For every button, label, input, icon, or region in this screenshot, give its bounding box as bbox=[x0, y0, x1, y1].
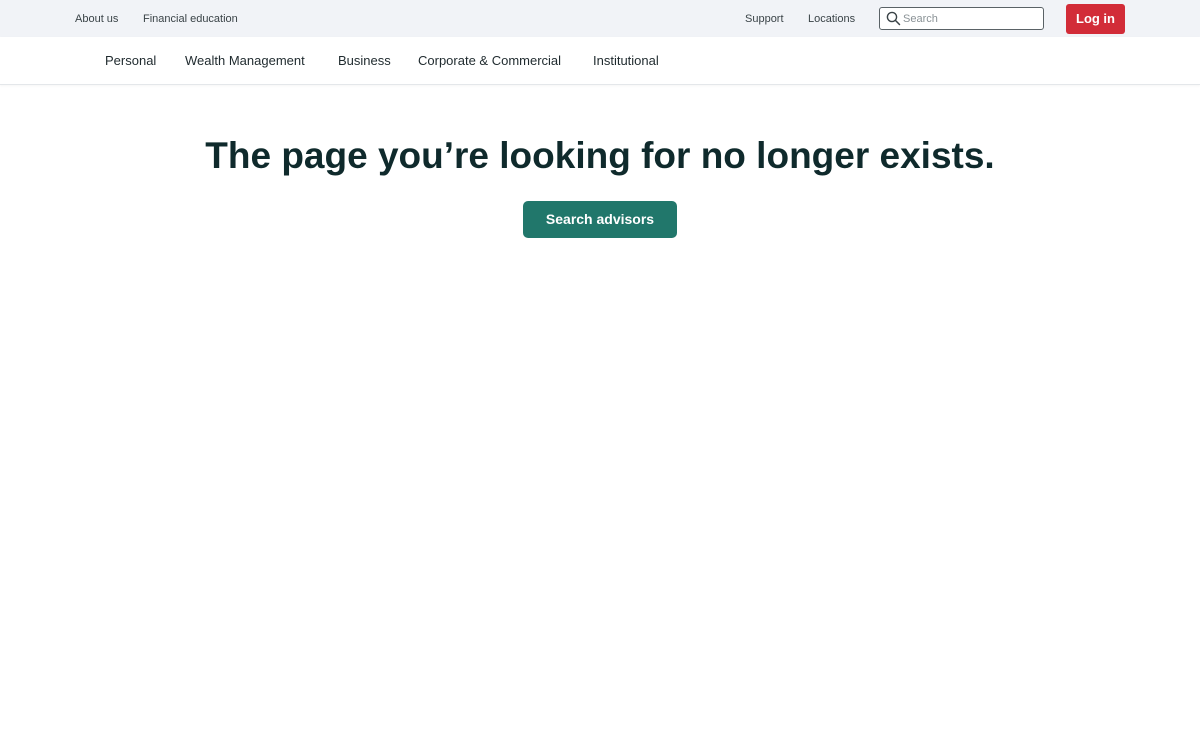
nav-item-corporate-commercial[interactable]: Corporate & Commercial bbox=[418, 53, 561, 68]
financial-education-link[interactable]: Financial education bbox=[143, 13, 238, 26]
utility-bar: About us Financial education Support Loc… bbox=[0, 0, 1200, 37]
about-us-link[interactable]: About us bbox=[75, 13, 118, 26]
support-link[interactable]: Support bbox=[745, 13, 784, 26]
search-advisors-button[interactable]: Search advisors bbox=[523, 201, 677, 238]
main-nav: Personal Wealth Management Business Corp… bbox=[0, 37, 1200, 85]
search-box[interactable] bbox=[879, 7, 1044, 30]
locations-link[interactable]: Locations bbox=[808, 13, 855, 26]
login-button[interactable]: Log in bbox=[1066, 4, 1125, 34]
nav-item-institutional[interactable]: Institutional bbox=[593, 53, 659, 68]
nav-item-wealth-management[interactable]: Wealth Management bbox=[185, 53, 305, 68]
search-icon bbox=[886, 11, 901, 26]
nav-item-business[interactable]: Business bbox=[338, 53, 391, 68]
search-input[interactable] bbox=[903, 10, 1039, 27]
page-title: The page you’re looking for no longer ex… bbox=[205, 135, 995, 176]
nav-item-personal[interactable]: Personal bbox=[105, 53, 156, 68]
